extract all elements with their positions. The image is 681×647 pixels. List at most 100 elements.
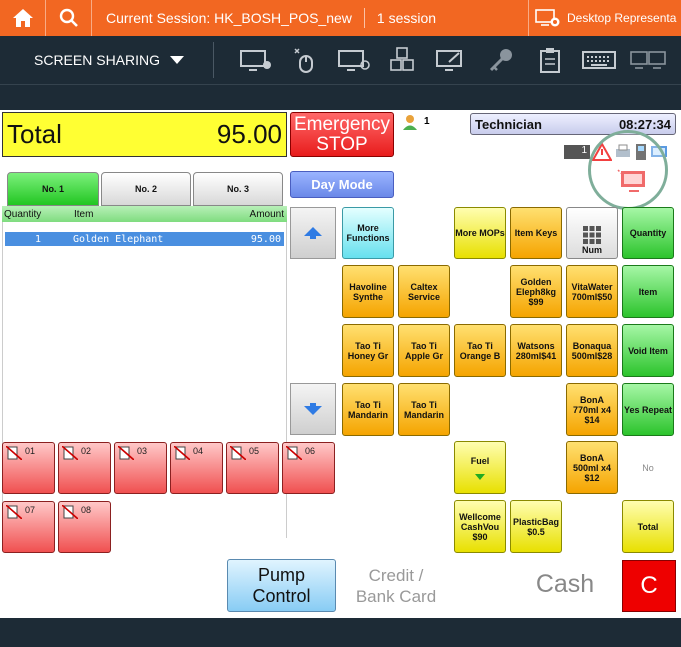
clear-button[interactable]: C <box>622 560 676 612</box>
more-mops-button[interactable]: More MOPs <box>454 207 506 259</box>
watsons-button[interactable]: Watsons 280ml$41 <box>510 324 562 377</box>
emergency-stop-button[interactable]: Emergency STOP <box>290 112 394 157</box>
technician-label: Technician <box>475 116 542 132</box>
more-functions-button[interactable]: More Functions <box>342 207 394 259</box>
pos-screen: Total 95.00 Emergency STOP 1 Technician … <box>0 110 681 618</box>
home-icon <box>12 9 33 27</box>
technician-bar: Technician 08:27:34 <box>470 113 676 135</box>
pump-number: 08 <box>81 505 92 515</box>
arrow-up-icon <box>304 227 322 239</box>
session-count[interactable]: 1 session <box>377 10 436 26</box>
pump-offline-icon <box>230 446 246 460</box>
pump-number: 05 <box>249 446 260 456</box>
current-session-title: Current Session: HK_BOSH_POS_new <box>106 10 352 26</box>
emergency-label: Emergency <box>293 113 391 135</box>
table-row[interactable]: 1 Golden Elephant 95.00 <box>5 232 284 246</box>
search-icon <box>59 8 78 27</box>
vitawater-button[interactable]: VitaWater 700ml$50 <box>566 265 618 318</box>
pump-04[interactable]: 04 <box>170 442 223 494</box>
taoti-orange-button[interactable]: Tao Ti Orange B <box>454 324 506 377</box>
tab-no-3[interactable]: No. 3 <box>193 172 283 206</box>
pump-offline-icon <box>286 446 302 460</box>
key-icon[interactable] <box>483 46 519 74</box>
tab-no-1[interactable]: No. 1 <box>7 172 99 206</box>
bona-500-button[interactable]: BonA 500ml x4 $12 <box>566 441 618 494</box>
keyboard-keys-icon[interactable] <box>385 46 421 74</box>
toolbar-strip <box>0 84 681 110</box>
void-item-button[interactable]: Void Item <box>622 324 674 377</box>
wellcome-cashvou-button[interactable]: Wellcome CashVou $90 <box>454 500 506 553</box>
pump-control-button[interactable]: Pump Control <box>227 559 336 612</box>
taoti-apple-button[interactable]: Tao Ti Apple Gr <box>398 324 450 377</box>
pump-offline-icon <box>62 446 78 460</box>
pump-01[interactable]: 01 <box>2 442 55 494</box>
golden-elephant-button[interactable]: Golden Eleph8kg $99 <box>510 265 562 318</box>
plasticbag-button[interactable]: PlasticBag $0.5 <box>510 500 562 553</box>
session-bar: Current Session: HK_BOSH_POS_new 1 sessi… <box>0 0 681 36</box>
credit-line2: Bank Card <box>355 587 437 606</box>
scroll-down-button[interactable] <box>290 383 336 435</box>
total-amount: 95.00 <box>216 119 282 149</box>
pump-06[interactable]: 06 <box>282 442 335 494</box>
total-display: Total 95.00 <box>2 112 287 157</box>
dual-monitor-icon[interactable] <box>630 46 666 74</box>
scroll-up-button[interactable] <box>290 207 336 259</box>
havoline-synthe-button[interactable]: Havoline Synthe <box>342 265 394 318</box>
tab-no-2[interactable]: No. 2 <box>101 172 191 206</box>
divider <box>363 8 365 28</box>
chevron-down-icon <box>170 56 185 64</box>
cash-button[interactable]: Cash <box>522 570 608 599</box>
clipboard-icon[interactable] <box>532 46 568 74</box>
pump-07[interactable]: 07 <box>2 501 55 553</box>
col-quantity: Quantity <box>4 208 42 220</box>
mouse-icon[interactable] <box>287 46 323 74</box>
toolbar-tools <box>238 46 681 74</box>
credit-bank-card-button[interactable]: Credit / Bank Card <box>346 565 446 607</box>
monitor-settings-icon[interactable] <box>238 46 274 74</box>
row-item: Golden Elephant <box>73 233 164 245</box>
pump-offline-icon <box>6 446 22 460</box>
taoti-mandarin-button-1[interactable]: Tao Ti Mandarin <box>342 383 394 436</box>
pump-02[interactable]: 02 <box>58 442 111 494</box>
yes-repeat-button[interactable]: Yes Repeat <box>622 383 674 436</box>
row-qty: 1 <box>34 233 41 245</box>
pump-08[interactable]: 08 <box>58 501 111 553</box>
pump-number: 02 <box>81 446 92 456</box>
pump-number: 07 <box>25 505 36 515</box>
pump-control-line2: Control <box>252 585 311 606</box>
home-button[interactable] <box>0 0 46 36</box>
arrow-down-icon <box>304 403 322 415</box>
pump-03[interactable]: 03 <box>114 442 167 494</box>
caltex-service-button[interactable]: Caltex Service <box>398 265 450 318</box>
user-icon <box>403 115 417 130</box>
taoti-honey-button[interactable]: Tao Ti Honey Gr <box>342 324 394 377</box>
item-keys-button[interactable]: Item Keys <box>510 207 562 259</box>
taoti-mandarin-button-2[interactable]: Tao Ti Mandarin <box>398 383 450 436</box>
bottom-strip <box>0 618 681 647</box>
day-mode-button[interactable]: Day Mode <box>290 171 394 198</box>
total-label: Total <box>7 119 62 149</box>
pump-offline-icon <box>62 505 78 519</box>
pump-offline-icon <box>174 446 190 460</box>
item-button[interactable]: Item <box>622 265 674 318</box>
numpad-icon <box>583 226 601 244</box>
screen-share-icon <box>617 169 645 192</box>
desktop-representation-tab[interactable]: Desktop Representa <box>528 0 681 36</box>
no-button[interactable]: No <box>622 441 674 494</box>
keyboard-icon[interactable] <box>581 46 617 74</box>
power-monitor-icon[interactable] <box>336 46 372 74</box>
screen-sharing-label: SCREEN SHARING <box>34 52 161 68</box>
fuel-button[interactable]: Fuel <box>454 441 506 494</box>
total-button[interactable]: Total <box>622 500 674 553</box>
search-button[interactable] <box>46 0 92 36</box>
pump-05[interactable]: 05 <box>226 442 279 494</box>
bonaqua-button[interactable]: Bonaqua 500ml$28 <box>566 324 618 377</box>
remote-screen-overlay-button[interactable] <box>588 130 668 210</box>
bona-770-button[interactable]: BonA 770ml x4 $14 <box>566 383 618 436</box>
magic-monitor-icon[interactable] <box>434 46 470 74</box>
quantity-button[interactable]: Quantity <box>622 207 674 259</box>
num-button[interactable]: Num <box>566 207 618 259</box>
desktop-settings-icon <box>535 9 560 27</box>
screen-sharing-menu[interactable]: SCREEN SHARING <box>34 52 185 68</box>
col-amount: Amount <box>249 208 284 220</box>
